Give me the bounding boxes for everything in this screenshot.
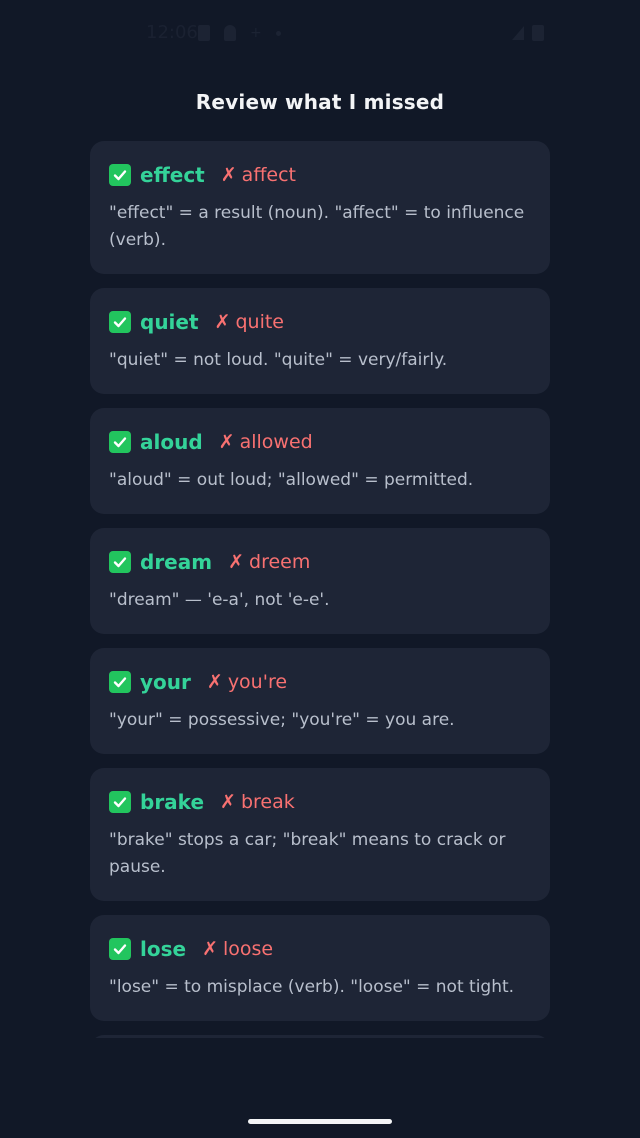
- bell-icon: [224, 25, 236, 41]
- list-item: aloud ✗ allowed "aloud" = out loud; "allowe…: [90, 408, 550, 514]
- explanation-text: "quiet" = not loud. "quite" = very/fairl…: [109, 350, 448, 370]
- cross-mark-icon: ✗: [220, 164, 237, 186]
- wrong-word: break: [240, 791, 295, 813]
- list-item-partial: [90, 1035, 550, 1038]
- explanation-text: "brake" stops a car; "break" means to cr…: [109, 830, 506, 877]
- shield-icon: [198, 25, 210, 41]
- list-item: quiet ✗ quite "quiet" = not loud. "quite" =…: [90, 288, 550, 394]
- list-item: lose ✗ loose "lose" = to misplace (verb). "…: [90, 915, 550, 1021]
- check-mark-icon: [109, 431, 131, 453]
- wrong-word: affect: [241, 164, 296, 186]
- correct-word: brake: [140, 790, 205, 814]
- explanation-text: "effect" = a result (noun). "affect" = t…: [109, 203, 525, 250]
- cross-mark-icon: ✗: [228, 551, 245, 573]
- check-mark-icon: [109, 791, 131, 813]
- status-icons-left: +: [198, 25, 281, 41]
- cross-mark-icon: ✗: [218, 431, 235, 453]
- status-icons-right: [512, 25, 544, 41]
- card-header: lose ✗ loose: [109, 935, 531, 963]
- list-item: your ✗ you're "your" = possessive; "you're"…: [90, 648, 550, 754]
- check-mark-icon: [109, 551, 131, 573]
- status-time: 12:06: [146, 22, 198, 43]
- card-header: quiet ✗ quite: [109, 308, 531, 336]
- status-bar: 12:06 +: [0, 22, 640, 48]
- wrong-word: loose: [223, 938, 274, 960]
- list-item: effect ✗ affect "effect" = a result (noun).…: [90, 141, 550, 274]
- correct-word: dream: [140, 550, 213, 574]
- correct-word: effect: [140, 163, 205, 187]
- explanation-text: "lose" = to misplace (verb). "loose" = n…: [109, 977, 515, 997]
- dot-icon: [275, 30, 281, 36]
- wrong-word: you're: [227, 671, 288, 693]
- review-screen: 12:06 + Review what I missed effect ✗ affe…: [0, 0, 640, 1138]
- battery-icon: [532, 25, 544, 41]
- list-item: dream ✗ dreem "dream" — 'e-a', not 'e-e'.: [90, 528, 550, 634]
- check-mark-icon: [109, 164, 131, 186]
- card-header: brake ✗ break: [109, 788, 531, 816]
- signal-icon: [512, 26, 524, 40]
- card-header: your ✗ you're: [109, 668, 531, 696]
- wrong-word: allowed: [239, 431, 313, 453]
- correct-word: lose: [140, 937, 187, 961]
- correct-word: quiet: [140, 310, 199, 334]
- explanation-text: "your" = possessive; "you're" = you are.: [109, 710, 455, 730]
- wrong-word: quite: [235, 311, 284, 333]
- cross-mark-icon: ✗: [220, 791, 236, 813]
- correct-word: aloud: [140, 430, 203, 454]
- card-header: effect ✗ affect: [109, 161, 531, 189]
- correct-word: your: [140, 670, 191, 694]
- list-item: brake ✗ break "brake" stops a car; "break" …: [90, 768, 550, 901]
- card-header: aloud ✗ allowed: [109, 428, 531, 456]
- home-indicator[interactable]: [248, 1119, 392, 1124]
- check-mark-icon: [109, 671, 131, 693]
- check-mark-icon: [109, 938, 131, 960]
- wrong-word: dreem: [249, 551, 311, 573]
- cross-mark-icon: ✗: [214, 311, 231, 333]
- card-header: dream ✗ dreem: [109, 548, 531, 576]
- cross-mark-icon: ✗: [206, 671, 223, 693]
- missed-words-list[interactable]: effect ✗ affect "effect" = a result (noun).…: [90, 141, 550, 1038]
- cross-mark-icon: ✗: [202, 938, 218, 960]
- explanation-text: "dream" — 'e-a', not 'e-e'.: [109, 590, 330, 610]
- check-mark-icon: [109, 311, 131, 333]
- explanation-text: "aloud" = out loud; "allowed" = permitte…: [109, 470, 474, 490]
- plus-icon: +: [250, 25, 262, 41]
- page-title: Review what I missed: [195, 90, 445, 114]
